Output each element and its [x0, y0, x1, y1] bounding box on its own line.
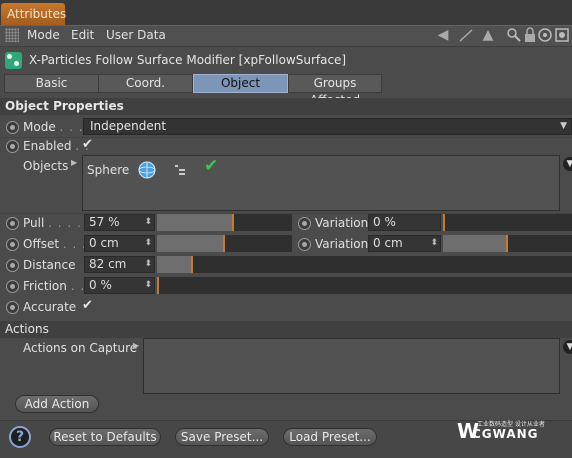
sphere-icon	[138, 161, 156, 182]
pull-variation-slider-fill	[443, 214, 445, 231]
offset-field[interactable]: 0 cm ⬍	[84, 235, 155, 252]
pull-field[interactable]: 57 % ⬍	[84, 214, 155, 231]
tab-object[interactable]: Object	[193, 74, 288, 93]
watermark-logo-icon: W	[457, 419, 480, 443]
xparticles-icon	[5, 52, 22, 69]
search-icon[interactable]	[506, 27, 522, 43]
accurate-animate-icon[interactable]	[6, 301, 19, 314]
menu-mode[interactable]: Mode	[27, 28, 60, 42]
objects-menu-icon[interactable]: ▼	[563, 157, 572, 171]
mode-animate-icon[interactable]	[6, 121, 19, 134]
add-action-button[interactable]: Add Action	[15, 395, 99, 413]
accurate-label: Accurate	[23, 300, 77, 314]
checkmark-icon[interactable]: ✔	[204, 156, 218, 176]
pull-animate-icon[interactable]	[6, 217, 19, 230]
objects-label: Objects	[23, 159, 69, 173]
offset-animate-icon[interactable]	[6, 238, 19, 251]
stepper-arrows-icon[interactable]: ⬍	[144, 257, 152, 272]
tab-basic[interactable]: Basic	[4, 74, 99, 93]
enabled-label: Enabled . .	[23, 139, 90, 153]
friction-slider[interactable]	[157, 277, 572, 294]
pull-slider[interactable]	[157, 214, 292, 231]
actions-on-capture-label: Actions on Capture	[23, 341, 138, 355]
pull-slider-fill	[157, 214, 234, 231]
actions-menu-icon[interactable]: ▼	[563, 340, 572, 354]
tag-icon	[173, 161, 187, 180]
offset-slider-fill	[157, 235, 225, 252]
stepper-arrows-icon[interactable]: ⬍	[144, 215, 152, 230]
expand-arrow-icon[interactable]: ▶	[71, 158, 77, 167]
menu-edit[interactable]: Edit	[71, 28, 94, 42]
arrow-pointer-icon[interactable]	[458, 27, 474, 43]
section-actions: Actions	[0, 321, 572, 338]
panel-title-strip	[0, 0, 572, 25]
actions-list[interactable]	[143, 338, 560, 394]
friction-label: Friction . .	[23, 279, 86, 293]
expand-arrow-icon[interactable]: ▶	[133, 341, 139, 350]
load-preset-button[interactable]: Load Preset...	[283, 428, 377, 446]
offset-variation-slider[interactable]	[443, 235, 572, 252]
offset-variation-animate-icon[interactable]	[298, 238, 311, 251]
offset-variation-slider-fill	[443, 235, 508, 252]
distance-field[interactable]: 82 cm ⬍	[84, 256, 155, 273]
stepper-arrows-icon[interactable]: ⬍	[144, 236, 152, 251]
tab-groups-affected[interactable]: Groups Affected	[288, 74, 382, 107]
friction-slider-fill	[157, 277, 159, 294]
chevron-down-icon: ▼	[560, 121, 567, 131]
reset-to-defaults-button[interactable]: Reset to Defaults	[49, 428, 161, 446]
menu-user-data[interactable]: User Data	[106, 28, 166, 42]
distance-slider[interactable]	[157, 256, 572, 273]
pull-variation-slider[interactable]	[443, 214, 572, 231]
settings-icon[interactable]	[554, 27, 570, 43]
save-preset-button[interactable]: Save Preset...	[175, 428, 269, 446]
distance-animate-icon[interactable]	[6, 259, 19, 272]
mode-value: Independent	[90, 119, 167, 133]
offset-variation-label: Variation	[315, 237, 369, 251]
stepper-arrows-icon[interactable]: ⬍	[144, 278, 152, 293]
enabled-checkbox[interactable]: ✔	[82, 137, 93, 152]
up-arrow-icon[interactable]: ▲	[480, 27, 496, 43]
friction-field[interactable]: 0 % ⬍	[84, 277, 155, 294]
section-object-properties: Object Properties	[0, 98, 572, 115]
pull-variation-field[interactable]: 0 %	[368, 214, 441, 231]
object-title: X-Particles Follow Surface Modifier [xpF…	[29, 53, 347, 67]
lock-icon[interactable]	[522, 27, 538, 43]
help-icon[interactable]: ?	[9, 426, 31, 448]
offset-slider[interactable]	[157, 235, 292, 252]
pull-variation-animate-icon[interactable]	[298, 217, 311, 230]
arrow-left-icon[interactable]: ◀	[435, 27, 451, 43]
stepper-arrows-icon[interactable]: ⬍	[430, 236, 438, 251]
accurate-checkbox[interactable]: ✔	[82, 298, 93, 313]
grip-icon[interactable]	[5, 28, 19, 42]
friction-animate-icon[interactable]	[6, 280, 19, 293]
distance-slider-fill	[157, 256, 193, 273]
watermark-brand: CGWANG	[472, 427, 539, 441]
distance-label: Distance	[23, 258, 76, 272]
pull-variation-label: Variation	[315, 216, 369, 230]
objects-item-name[interactable]: Sphere	[87, 163, 129, 177]
tab-coord[interactable]: Coord.	[98, 74, 193, 93]
attributes-tab[interactable]: Attributes	[1, 3, 66, 25]
target-icon[interactable]	[537, 27, 553, 43]
mode-dropdown[interactable]: Independent ▼	[83, 118, 572, 135]
enabled-animate-icon[interactable]	[6, 140, 19, 153]
offset-variation-field[interactable]: 0 cm ⬍	[368, 235, 441, 252]
